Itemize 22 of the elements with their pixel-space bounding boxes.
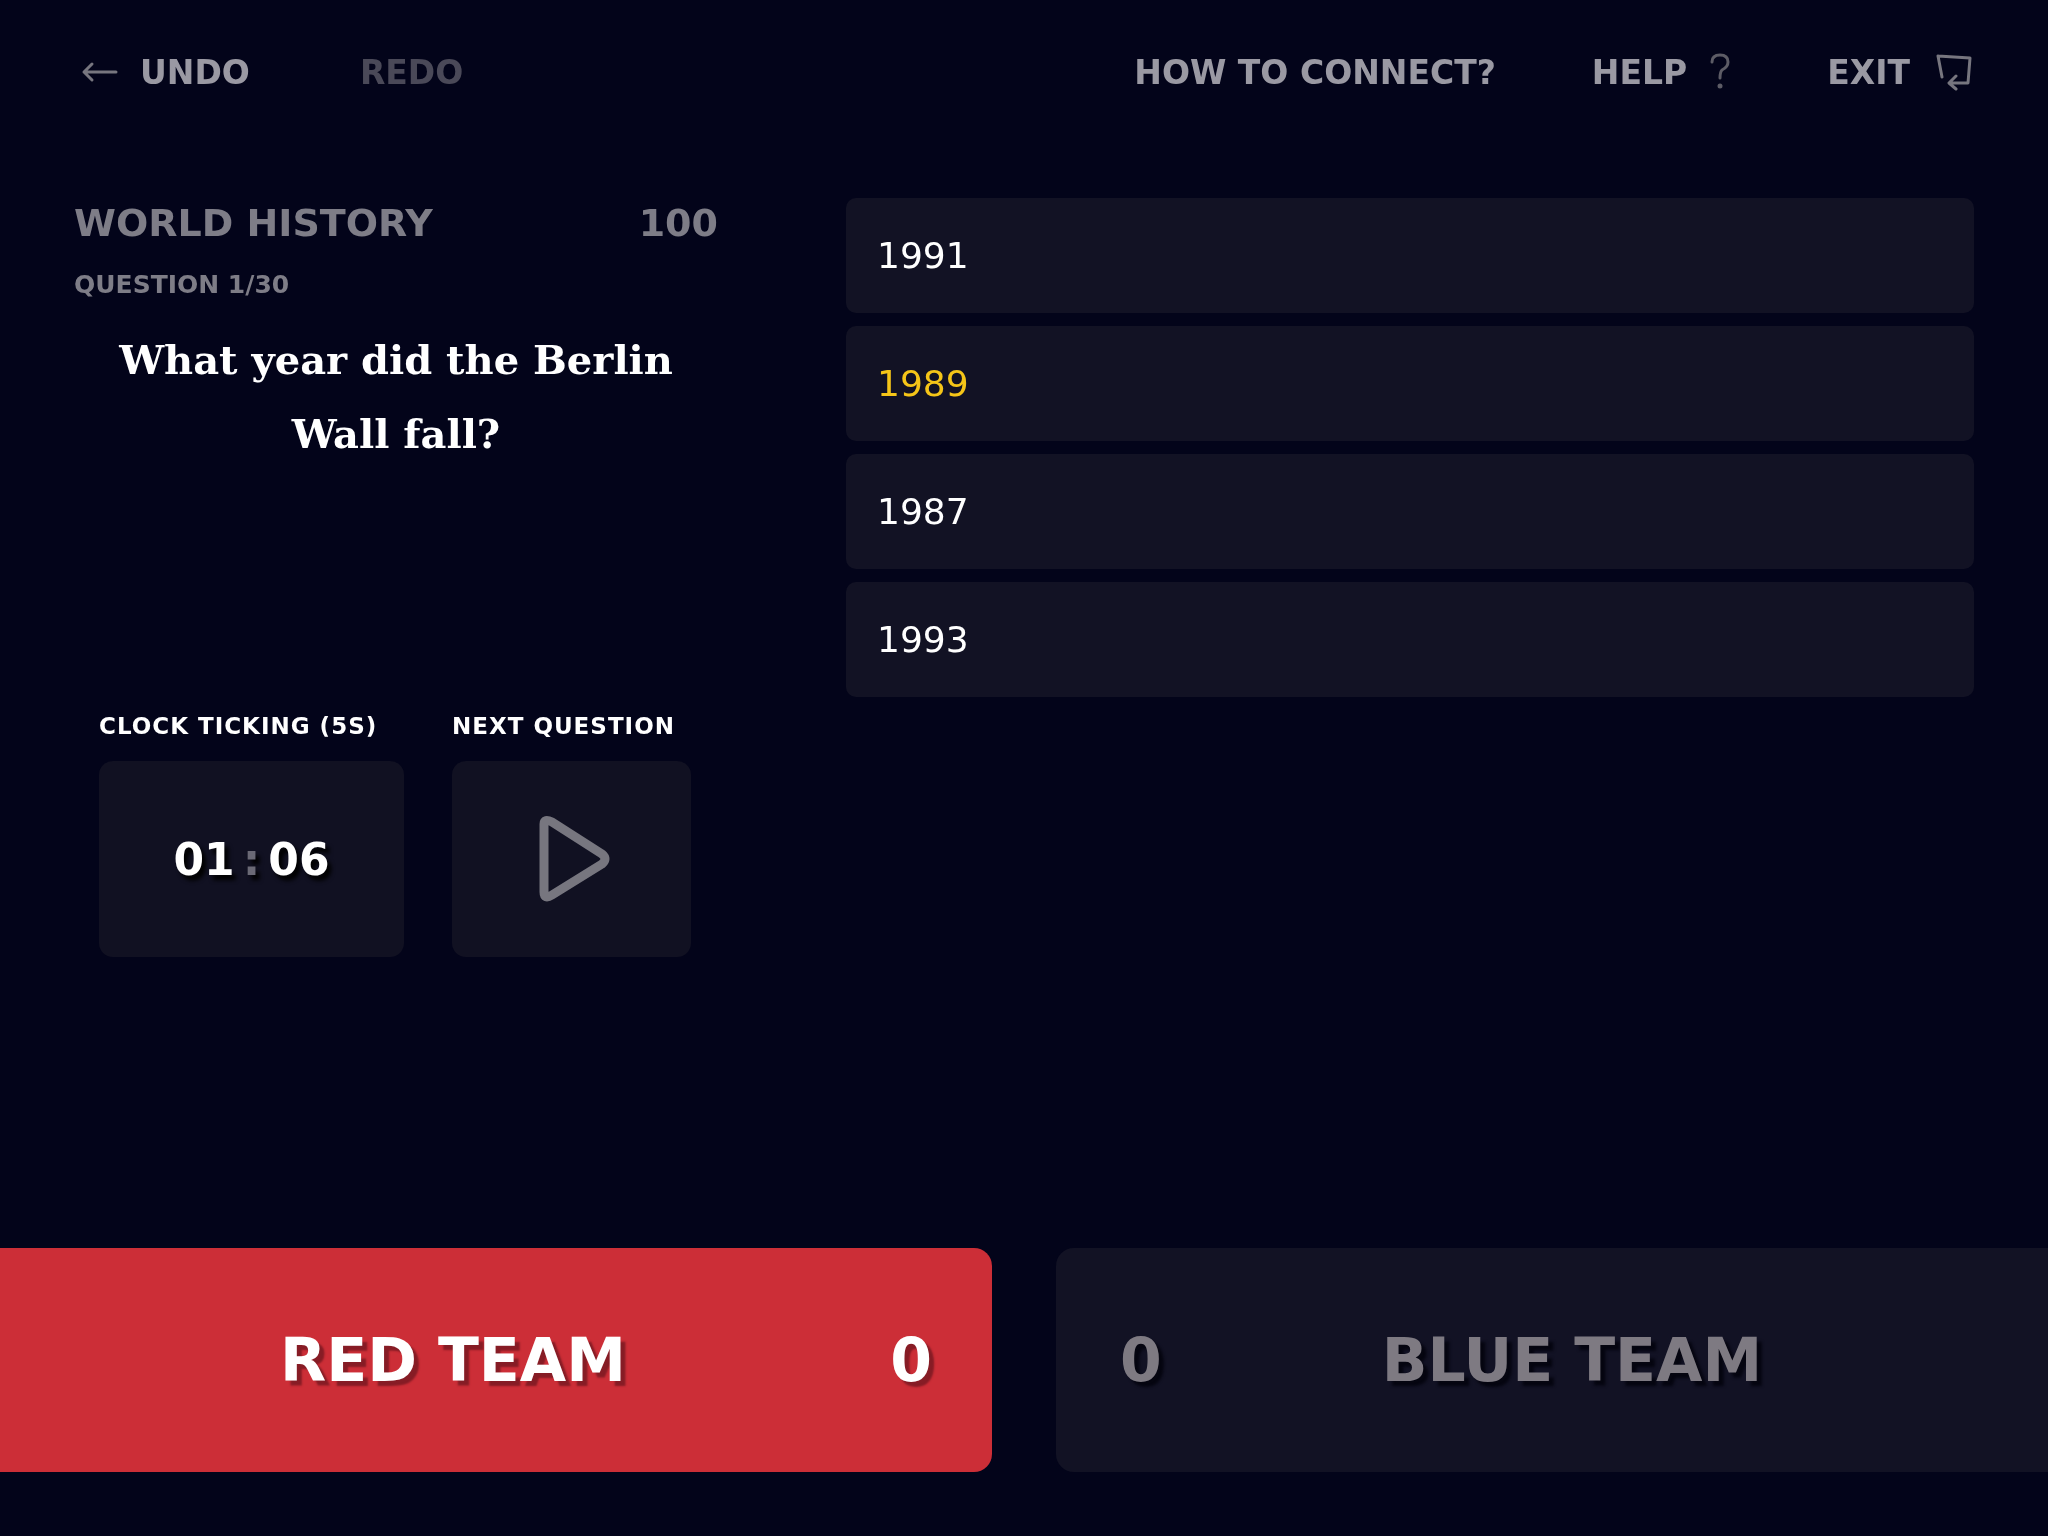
answer-option[interactable]: 1989: [846, 326, 1974, 441]
connect-link[interactable]: HOW TO CONNECT?: [1134, 52, 1496, 92]
team-name: BLUE TEAM: [1381, 1325, 1763, 1395]
team-name: RED TEAM: [280, 1325, 626, 1395]
timer-label: CLOCK TICKING (5S): [99, 713, 379, 739]
next-question-button[interactable]: [452, 761, 691, 957]
team-score: 0: [890, 1325, 932, 1395]
answer-option[interactable]: 1991: [846, 198, 1974, 313]
undo-button[interactable]: UNDO: [80, 52, 250, 92]
answer-option[interactable]: 1993: [846, 582, 1974, 697]
category-title: WORLD HISTORY: [74, 201, 433, 245]
help-button[interactable]: HELP: [1591, 52, 1732, 92]
team-panel[interactable]: RED TEAM 0: [0, 1248, 992, 1472]
question-text: What year did the Berlin Wall fall?: [118, 335, 674, 459]
answer-option[interactable]: 1987: [846, 454, 1974, 569]
exit-button[interactable]: EXIT: [1827, 52, 1974, 92]
back-arrow-icon: [80, 61, 118, 83]
team-score: 0: [1120, 1325, 1162, 1395]
points-value: 100: [638, 201, 718, 245]
team-panel[interactable]: 0 BLUE TEAM: [1056, 1248, 2048, 1472]
timer-display: 01 : 06: [99, 761, 404, 957]
next-question-label: NEXT QUESTION: [452, 713, 676, 739]
